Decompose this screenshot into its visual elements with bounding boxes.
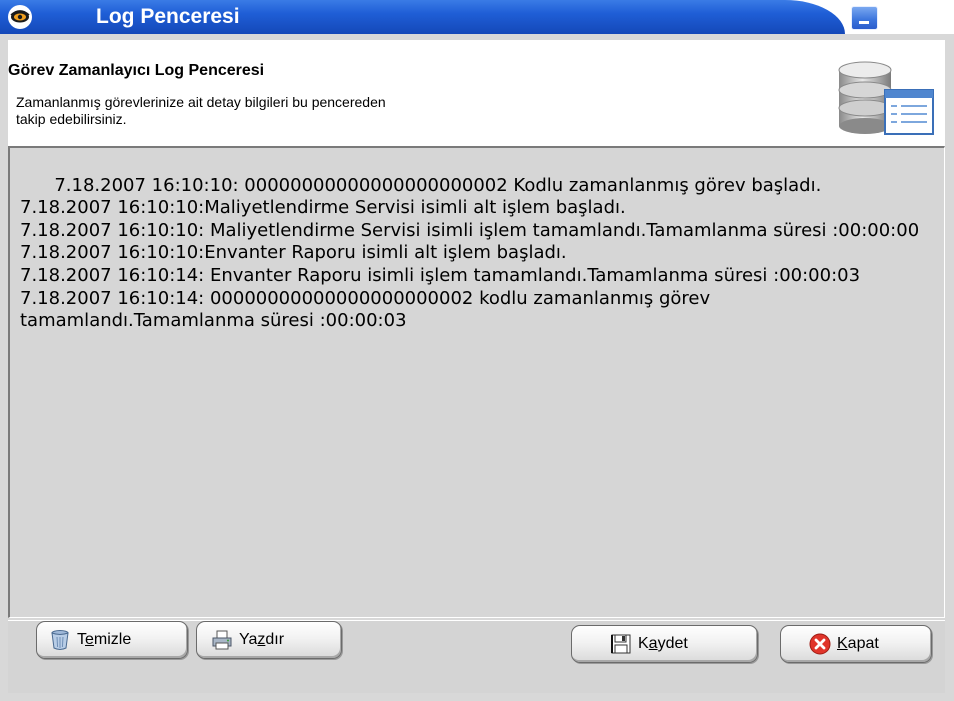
header-description: Zamanlanmış görevlerinize ait detay bilg… <box>16 94 386 127</box>
yazdir-button[interactable]: Yazdır <box>196 621 342 659</box>
log-line: 7.18.2007 16:10:14: Envanter Raporu isim… <box>20 264 861 286</box>
log-line: 7.18.2007 16:10:10: 00000000000000000000… <box>54 174 822 196</box>
trash-bin-icon <box>51 630 69 650</box>
save-disk-icon <box>611 634 631 654</box>
kapat-label: Kapat <box>837 635 879 652</box>
header-title: Görev Zamanlayıcı Log Penceresi <box>8 62 265 79</box>
kapat-button[interactable]: Kapat <box>780 625 932 663</box>
eye-icon[interactable] <box>6 3 34 31</box>
log-window: Log Penceresi Görev Zamanlayıcı Log Penc… <box>0 0 954 701</box>
temizle-label: Temizle <box>77 631 132 648</box>
printer-icon <box>212 630 232 650</box>
close-x-icon <box>809 633 831 655</box>
title-bar[interactable]: Log Penceresi <box>0 0 954 34</box>
log-content[interactable]: 7.18.2007 16:10:10: 00000000000000000000… <box>20 152 935 355</box>
kaydet-label: Kaydet <box>638 635 688 652</box>
yazdir-label: Yazdır <box>239 631 285 648</box>
window-bottom-edge <box>0 694 954 701</box>
log-textarea[interactable]: 7.18.2007 16:10:10: 00000000000000000000… <box>8 146 945 618</box>
kaydet-button[interactable]: Kaydet <box>571 625 758 663</box>
button-bar: Temizle Yazdır Kaydet Kapat <box>8 620 945 693</box>
temizle-button[interactable]: Temizle <box>36 621 188 659</box>
log-line: 7.18.2007 16:10:10: Maliyetlendirme Serv… <box>20 219 920 241</box>
database-list-icon <box>838 61 934 135</box>
log-line: 7.18.2007 16:10:10:Maliyetlendirme Servi… <box>20 197 626 219</box>
log-line: 7.18.2007 16:10:10:Envanter Raporu isiml… <box>20 242 567 264</box>
log-line: 7.18.2007 16:10:14: 00000000000000000000… <box>20 287 716 332</box>
header-panel: Görev Zamanlayıcı Log Penceresi Zamanlan… <box>8 40 945 146</box>
minimize-icon[interactable] <box>851 6 878 30</box>
window-title: Log Penceresi <box>96 5 240 28</box>
